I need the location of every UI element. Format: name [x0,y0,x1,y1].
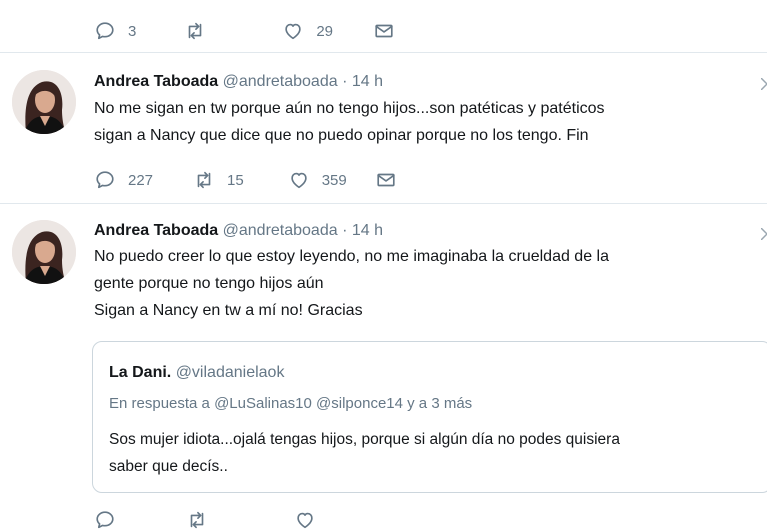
like-count: 29 [316,22,334,40]
reply-icon [96,511,114,529]
heart-icon [297,512,313,529]
chevron-down-icon[interactable] [761,78,767,90]
tweet-header: Andrea Taboada @andretaboada · 14 h [94,222,383,240]
dm-button[interactable] [375,169,397,191]
retweet-button[interactable]: 15 [193,169,244,191]
tweet-text: No me sigan en tw porque aún no tengo hi… [94,95,605,149]
retweet-icon [197,171,211,189]
tweet-separator [0,52,767,53]
retweet-icon [190,511,204,529]
reply-icon [96,22,114,40]
heart-icon [285,23,302,40]
retweet-button[interactable] [186,509,208,531]
separator-dot: · [342,222,348,239]
avatar[interactable] [12,70,76,134]
like-button[interactable]: 359 [288,169,347,191]
quoted-tweet-header: La Dani. @viladanielaok [109,364,284,382]
heart-icon [291,172,307,189]
quoted-text-line: saber que decís.. [109,458,228,475]
like-button[interactable]: 29 [282,20,333,42]
tweet-header: Andrea Taboada @andretaboada · 14 h [94,73,383,91]
quoted-author-handle: @viladanielaok [175,364,285,381]
reply-icon [96,171,114,189]
reply-count: 227 [128,171,154,189]
tweet-text-line: No me sigan en tw porque aún no tengo hi… [94,100,605,117]
quoted-tweet-text: Sos mujer idiota...ojalá tengas hijos, p… [109,426,620,480]
author-handle[interactable]: @andretaboada [223,73,338,90]
tweet-text-line: gente porque no tengo hijos aún [94,275,324,292]
tweet-text-line: sigan a Nancy que dice que no puedo opin… [94,127,589,144]
reply-button[interactable]: 3 [94,20,136,42]
tweet-text-line: Sigan a Nancy en tw a mí no! Gracias [94,302,363,319]
dm-button[interactable] [373,20,395,42]
quoted-text-line: Sos mujer idiota...ojalá tengas hijos, p… [109,431,620,448]
chevron-down-icon[interactable] [761,228,767,240]
author-name[interactable]: Andrea Taboada [94,222,218,239]
reply-button[interactable]: 227 [94,169,153,191]
quoted-tweet[interactable]: La Dani. @viladanielaok En respuesta a @… [92,341,767,493]
tweet-text-line: No puedo creer lo que estoy leyendo, no … [94,248,609,265]
reply-count: 3 [128,22,137,40]
quoted-author-name: La Dani. [109,364,172,381]
author-handle[interactable]: @andretaboada [223,222,338,239]
tweet-actions [94,508,316,532]
envelope-icon [375,24,393,38]
like-count: 359 [321,171,347,189]
tweet-text: No puedo creer lo que estoy leyendo, no … [94,243,609,324]
envelope-icon [377,173,395,187]
retweet-icon [189,22,202,40]
avatar[interactable] [12,220,76,284]
retweet-count: 15 [227,171,244,189]
separator-dot: · [342,73,348,90]
timestamp[interactable]: 14 h [352,222,383,239]
tweet-actions: 227 15 359 [94,168,397,192]
author-name[interactable]: Andrea Taboada [94,73,218,90]
reply-context: En respuesta a @LuSalinas10 @silponce14 … [109,395,473,412]
retweet-button[interactable] [184,20,206,42]
timestamp[interactable]: 14 h [352,73,383,90]
tweet-actions-top: 3 29 [94,19,395,43]
tweet-separator [0,203,767,204]
reply-button[interactable] [94,509,116,531]
like-button[interactable] [294,509,316,531]
